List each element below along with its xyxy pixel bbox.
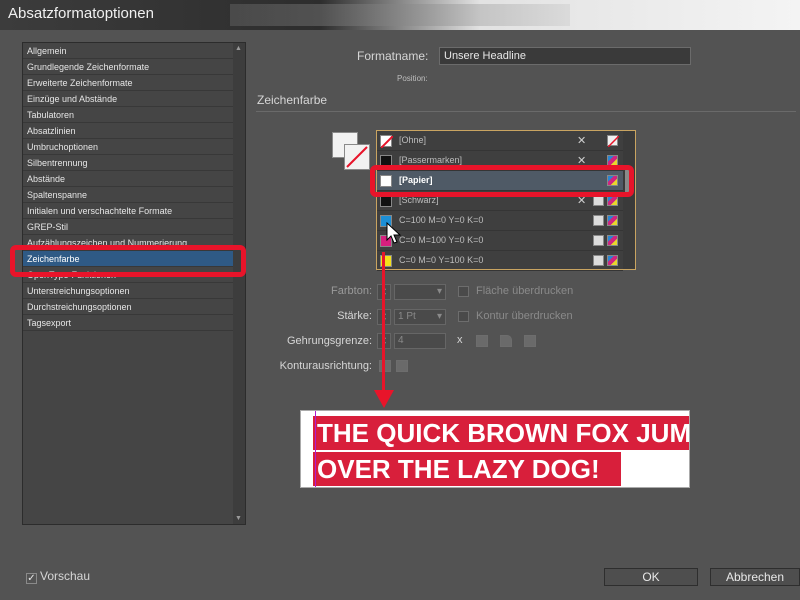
scroll-up-icon[interactable]: ▲ bbox=[235, 45, 242, 52]
staerke-value: 1 Pt bbox=[398, 311, 416, 322]
sidebar-scrollbar[interactable]: ▲ ▼ bbox=[233, 43, 245, 524]
vorschau-checkbox[interactable]: ✓ Vorschau bbox=[26, 569, 90, 584]
swatch-chip bbox=[380, 135, 394, 149]
sidebar-item[interactable]: Spaltenspanne bbox=[23, 187, 233, 203]
stroke-swatch[interactable] bbox=[344, 144, 370, 170]
ok-button[interactable]: OK bbox=[604, 568, 698, 586]
formatname-input[interactable]: Unsere Headline bbox=[439, 47, 691, 65]
locked-swatch-icon: ✕ bbox=[577, 135, 587, 147]
chevron-down-icon: ▾ bbox=[436, 311, 442, 322]
sidebar-item[interactable]: Einzüge und Abstände bbox=[23, 91, 233, 107]
category-list[interactable]: Allgemein Grundlegende Zeichenformate Erwe… bbox=[22, 42, 246, 525]
none-slash-icon bbox=[346, 146, 368, 168]
corner-round-icon[interactable] bbox=[500, 335, 512, 347]
konturausrichtung-label: Konturausrichtung: bbox=[279, 360, 372, 372]
farbton-dropdown[interactable]: ▾ bbox=[394, 284, 446, 300]
swatch-list[interactable]: [Ohne] ✕ [Passermarken] ✕ [Papier] [Schwarz] ✕… bbox=[376, 130, 636, 271]
align-outside-icon[interactable] bbox=[396, 360, 408, 372]
process-color-icon bbox=[593, 215, 604, 226]
staerke-dropdown[interactable]: 1 Pt ▾ bbox=[394, 309, 446, 325]
sidebar-item[interactable]: GREP-Stil bbox=[23, 219, 233, 235]
sidebar-item[interactable]: Grundlegende Zeichenformate bbox=[23, 59, 233, 75]
flaeche-label: Fläche überdrucken bbox=[476, 285, 574, 297]
sidebar-item[interactable]: Durchstreichungsoptionen bbox=[23, 299, 233, 315]
sidebar-item[interactable]: Unterstreichungsoptionen bbox=[23, 283, 233, 299]
preview-line-2: OVER THE LAZY DOG! bbox=[313, 452, 621, 486]
sidebar-item[interactable]: Absatzlinien bbox=[23, 123, 233, 139]
position-label: Position: bbox=[397, 74, 428, 83]
window-title: Absatzformatoptionen bbox=[8, 5, 154, 22]
sidebar-item[interactable]: Erweiterte Zeichenformate bbox=[23, 75, 233, 91]
gehrung-input[interactable]: 4 bbox=[394, 333, 446, 349]
preview-line-1: THE QUICK BROWN FOX JUMPS bbox=[313, 416, 689, 450]
swatch-name: C=0 M=100 Y=0 K=0 bbox=[399, 235, 484, 245]
title-bar: Absatzformatoptionen bbox=[0, 0, 800, 30]
text-cursor bbox=[315, 411, 316, 487]
swatch-name: [Passermarken] bbox=[399, 155, 463, 165]
scroll-down-icon[interactable]: ▼ bbox=[235, 515, 242, 522]
corner-miter-icon[interactable] bbox=[476, 335, 488, 347]
flaeche-checkbox[interactable] bbox=[458, 286, 469, 297]
kontur-ueber-checkbox[interactable] bbox=[458, 311, 469, 322]
swatch-row[interactable]: C=0 M=100 Y=0 K=0 bbox=[377, 231, 623, 251]
process-color-icon bbox=[593, 255, 604, 266]
swatch-row[interactable]: C=0 M=0 Y=100 K=0 bbox=[377, 251, 623, 271]
cmyk-mode-icon bbox=[607, 235, 618, 246]
cmyk-mode-icon bbox=[607, 215, 618, 226]
swatch-row[interactable]: C=100 M=0 Y=0 K=0 bbox=[377, 211, 623, 231]
sidebar-item[interactable]: Initialen und verschachtelte Formate bbox=[23, 203, 233, 219]
cancel-button[interactable]: Abbrechen bbox=[710, 568, 800, 586]
sidebar-item[interactable]: Tagsexport bbox=[23, 315, 233, 331]
section-title: Zeichenfarbe bbox=[257, 93, 328, 107]
chevron-down-icon: ▾ bbox=[436, 286, 442, 297]
sidebar-item[interactable]: Tabulatoren bbox=[23, 107, 233, 123]
highlight-papier bbox=[370, 165, 634, 197]
farbton-label: Farbton: bbox=[331, 285, 372, 297]
swatch-name: C=0 M=0 Y=100 K=0 bbox=[399, 255, 484, 265]
sidebar-item[interactable]: Silbentrennung bbox=[23, 155, 233, 171]
cmyk-mode-icon bbox=[607, 255, 618, 266]
gehrung-label: Gehrungsgrenze: bbox=[287, 335, 372, 347]
background-blur bbox=[230, 4, 570, 26]
swatch-row[interactable]: [Ohne] ✕ bbox=[377, 131, 623, 151]
vorschau-label: Vorschau bbox=[40, 569, 91, 583]
sidebar-item[interactable]: Umbruchoptionen bbox=[23, 139, 233, 155]
checkbox-check-icon: ✓ bbox=[26, 573, 37, 584]
sidebar-item[interactable]: Allgemein bbox=[23, 43, 233, 59]
process-color-icon bbox=[593, 235, 604, 246]
text-preview: THE QUICK BROWN FOX JUMPS OVER THE LAZY … bbox=[300, 410, 690, 488]
mouse-cursor-icon bbox=[386, 222, 402, 244]
section-divider bbox=[256, 111, 796, 112]
gehrung-x: x bbox=[457, 334, 463, 346]
align-center-icon[interactable] bbox=[379, 360, 391, 372]
cmyk-mode-icon bbox=[607, 135, 620, 148]
annotation-arrowhead-icon bbox=[374, 390, 394, 408]
highlight-zeichenfarbe bbox=[10, 245, 246, 277]
sidebar-item[interactable]: Abstände bbox=[23, 171, 233, 187]
swatch-scrollbar[interactable] bbox=[623, 131, 635, 269]
corner-bevel-icon[interactable] bbox=[524, 335, 536, 347]
formatname-label: Formatname: bbox=[357, 49, 429, 63]
swatch-name: [Ohne] bbox=[399, 135, 427, 145]
staerke-label: Stärke: bbox=[337, 310, 372, 322]
kontur-ueber-label: Kontur überdrucken bbox=[476, 310, 573, 322]
annotation-arrow-line bbox=[382, 252, 385, 402]
swatch-name: C=100 M=0 Y=0 K=0 bbox=[399, 215, 484, 225]
